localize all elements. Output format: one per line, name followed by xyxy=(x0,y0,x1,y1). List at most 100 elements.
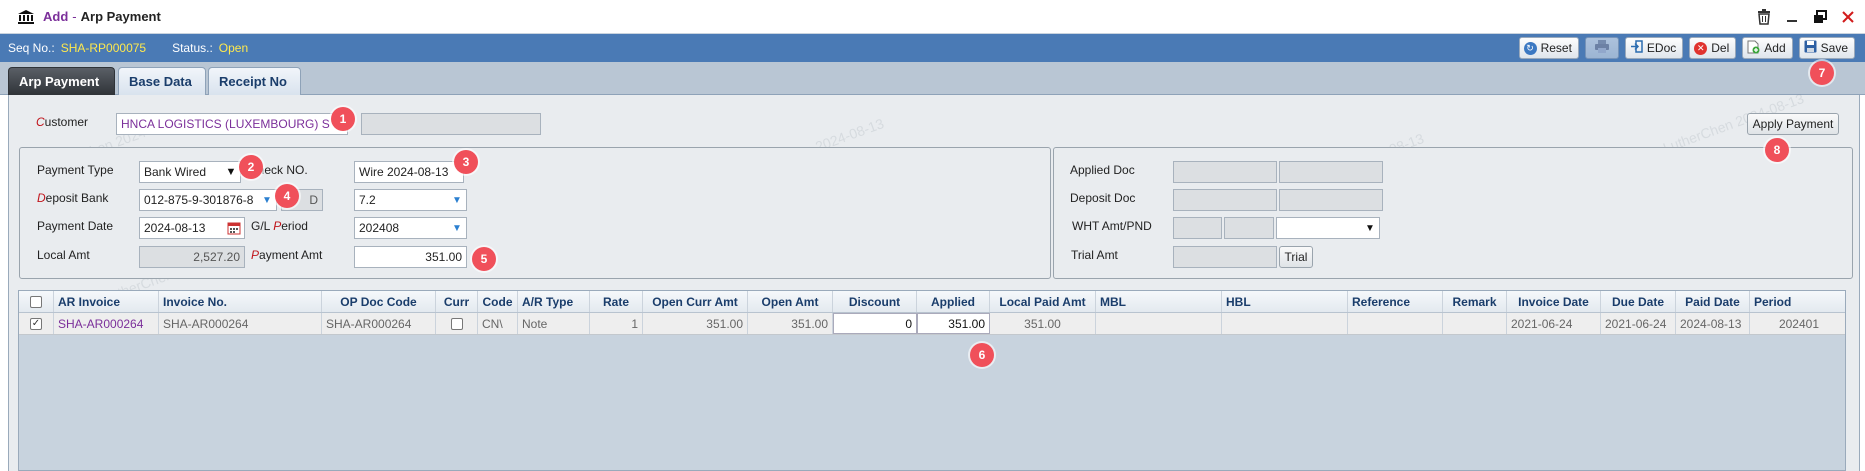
cell-reference xyxy=(1348,313,1443,334)
cell-hbl xyxy=(1222,313,1348,334)
deposit-bank-label: Deposit Bank xyxy=(37,191,109,205)
cell-op-doc-code: SHA-AR000264 xyxy=(322,313,436,334)
payment-date-label: Payment Date xyxy=(37,219,114,233)
row-checkbox[interactable]: ✓ xyxy=(30,317,42,330)
deposit-bank-select[interactable]: 012-875-9-301876-8 ▼ xyxy=(139,189,277,211)
marker-3: 3 xyxy=(454,150,478,174)
window-title: Arp Payment xyxy=(80,9,161,24)
col-due-date[interactable]: Due Date xyxy=(1601,291,1676,312)
local-amt-field: 2,527.20 xyxy=(139,246,245,268)
tab-arp-payment[interactable]: Arp Payment xyxy=(8,67,115,95)
refresh-icon: ↻ xyxy=(1523,41,1537,55)
col-op-doc-code[interactable]: OP Doc Code xyxy=(322,291,436,312)
col-curr[interactable]: Curr xyxy=(436,291,478,312)
check-no-field[interactable]: Wire 2024-08-13 xyxy=(354,161,464,183)
col-discount[interactable]: Discount xyxy=(833,291,917,312)
col-hbl[interactable]: HBL xyxy=(1222,291,1348,312)
delete-button[interactable]: ✕ Del xyxy=(1689,37,1737,59)
cell-local-paid-amt: 351.00 xyxy=(990,313,1096,334)
wht-select[interactable]: ▼ xyxy=(1276,217,1380,239)
col-rate[interactable]: Rate xyxy=(590,291,643,312)
rate-select[interactable]: 7.2 ▼ xyxy=(354,189,467,211)
wht-label: WHT Amt/PND xyxy=(1072,219,1152,233)
col-remark[interactable]: Remark xyxy=(1443,291,1507,312)
save-icon xyxy=(1804,40,1817,56)
status-label: Status.: xyxy=(172,41,213,55)
payment-date-field[interactable]: 2024-08-13 xyxy=(139,217,245,239)
tab-base-data[interactable]: Base Data xyxy=(118,67,206,95)
cell-paid-date: 2024-08-13 xyxy=(1676,313,1750,334)
cell-rate: 1 xyxy=(590,313,643,334)
deposit-doc-field-2 xyxy=(1279,189,1383,211)
reset-button[interactable]: ↻ Reset xyxy=(1518,37,1579,59)
del-label: Del xyxy=(1711,41,1730,55)
table-row[interactable]: ✓ SHA-AR000264 SHA-AR000264 SHA-AR000264… xyxy=(19,313,1845,335)
close-icon[interactable] xyxy=(1839,8,1857,26)
marker-1: 1 xyxy=(331,107,355,131)
col-invoice-no[interactable]: Invoice No. xyxy=(159,291,322,312)
cell-period: 202401 xyxy=(1778,316,1819,331)
trial-amt-field xyxy=(1173,246,1277,268)
edoc-button[interactable]: EDoc xyxy=(1624,37,1684,59)
col-mbl[interactable]: MBL xyxy=(1096,291,1222,312)
payment-amt-field[interactable]: 351.00 xyxy=(354,246,467,268)
col-open-curr-amt[interactable]: Open Curr Amt xyxy=(643,291,748,312)
gl-period-select[interactable]: 202408 ▼ xyxy=(354,217,467,239)
payment-type-select[interactable]: Bank Wired ▼ xyxy=(139,161,241,183)
col-ar-type[interactable]: A/R Type xyxy=(518,291,590,312)
invoice-grid: AR Invoice Invoice No. OP Doc Code Curr … xyxy=(18,290,1846,471)
chevron-down-icon: ▼ xyxy=(262,194,272,206)
customer-label: Customer xyxy=(36,115,89,129)
calendar-icon[interactable] xyxy=(227,221,241,238)
apply-payment-button[interactable]: Apply Payment xyxy=(1747,113,1839,135)
marker-5: 5 xyxy=(472,247,496,271)
col-invoice-date[interactable]: Invoice Date xyxy=(1507,291,1601,312)
status-value: Open xyxy=(218,41,249,55)
col-local-paid-amt[interactable]: Local Paid Amt xyxy=(990,291,1096,312)
minimize-icon[interactable] xyxy=(1783,8,1801,26)
title-separator: - xyxy=(72,9,77,24)
tab-strip: Arp Payment Base Data Receipt No xyxy=(0,62,1865,95)
bank-icon xyxy=(17,9,35,25)
save-button[interactable]: Save xyxy=(1798,37,1855,59)
col-ar-invoice[interactable]: AR Invoice xyxy=(54,291,159,312)
trial-button[interactable]: Trial xyxy=(1279,246,1313,268)
col-period[interactable]: Period xyxy=(1750,291,1823,312)
edoc-label: EDoc xyxy=(1646,41,1677,55)
discount-input[interactable]: 0 xyxy=(833,313,917,334)
cell-open-amt: 351.00 xyxy=(748,313,833,334)
row-select-cell: ✓ xyxy=(19,313,54,334)
add-button[interactable]: Add xyxy=(1742,37,1793,59)
applied-doc-field-1 xyxy=(1173,161,1277,183)
seq-value: SHA-RP000075 xyxy=(60,41,147,55)
restore-icon[interactable] xyxy=(1811,8,1829,26)
col-reference[interactable]: Reference xyxy=(1348,291,1443,312)
col-code[interactable]: Code xyxy=(478,291,518,312)
wht-pnd-field xyxy=(1224,217,1274,239)
seq-label: Seq No.: xyxy=(8,41,55,55)
save-label: Save xyxy=(1820,41,1848,55)
select-all-cell xyxy=(19,291,54,312)
tab-receipt-no[interactable]: Receipt No xyxy=(208,67,301,95)
applied-doc-field-2 xyxy=(1279,161,1383,183)
marker-8: 8 xyxy=(1765,138,1789,162)
col-paid-date[interactable]: Paid Date xyxy=(1676,291,1750,312)
print-button[interactable] xyxy=(1584,37,1619,59)
trash-icon[interactable] xyxy=(1755,8,1773,26)
reset-label: Reset xyxy=(1540,41,1572,55)
select-all-checkbox[interactable] xyxy=(30,295,42,308)
delete-icon: ✕ xyxy=(1694,41,1708,55)
gl-period-label: G/L Period xyxy=(251,219,308,233)
wht-amt-field xyxy=(1173,217,1222,239)
applied-input[interactable]: 351.00 xyxy=(917,313,990,334)
window-controls xyxy=(1755,8,1857,26)
window-titlebar: Add - Arp Payment xyxy=(0,0,1865,34)
sign-in-icon xyxy=(1630,40,1643,56)
toolbar: ↻ Reset EDoc ✕ Del Add Save xyxy=(1518,37,1855,59)
cell-ar-invoice[interactable]: SHA-AR000264 xyxy=(54,313,159,334)
customer-field[interactable]: HNCA LOGISTICS (LUXEMBOURG) S xyxy=(116,113,348,135)
curr-checkbox[interactable] xyxy=(450,317,463,330)
col-applied[interactable]: Applied xyxy=(917,291,990,312)
col-open-amt[interactable]: Open Amt xyxy=(748,291,833,312)
cell-mbl xyxy=(1096,313,1222,334)
